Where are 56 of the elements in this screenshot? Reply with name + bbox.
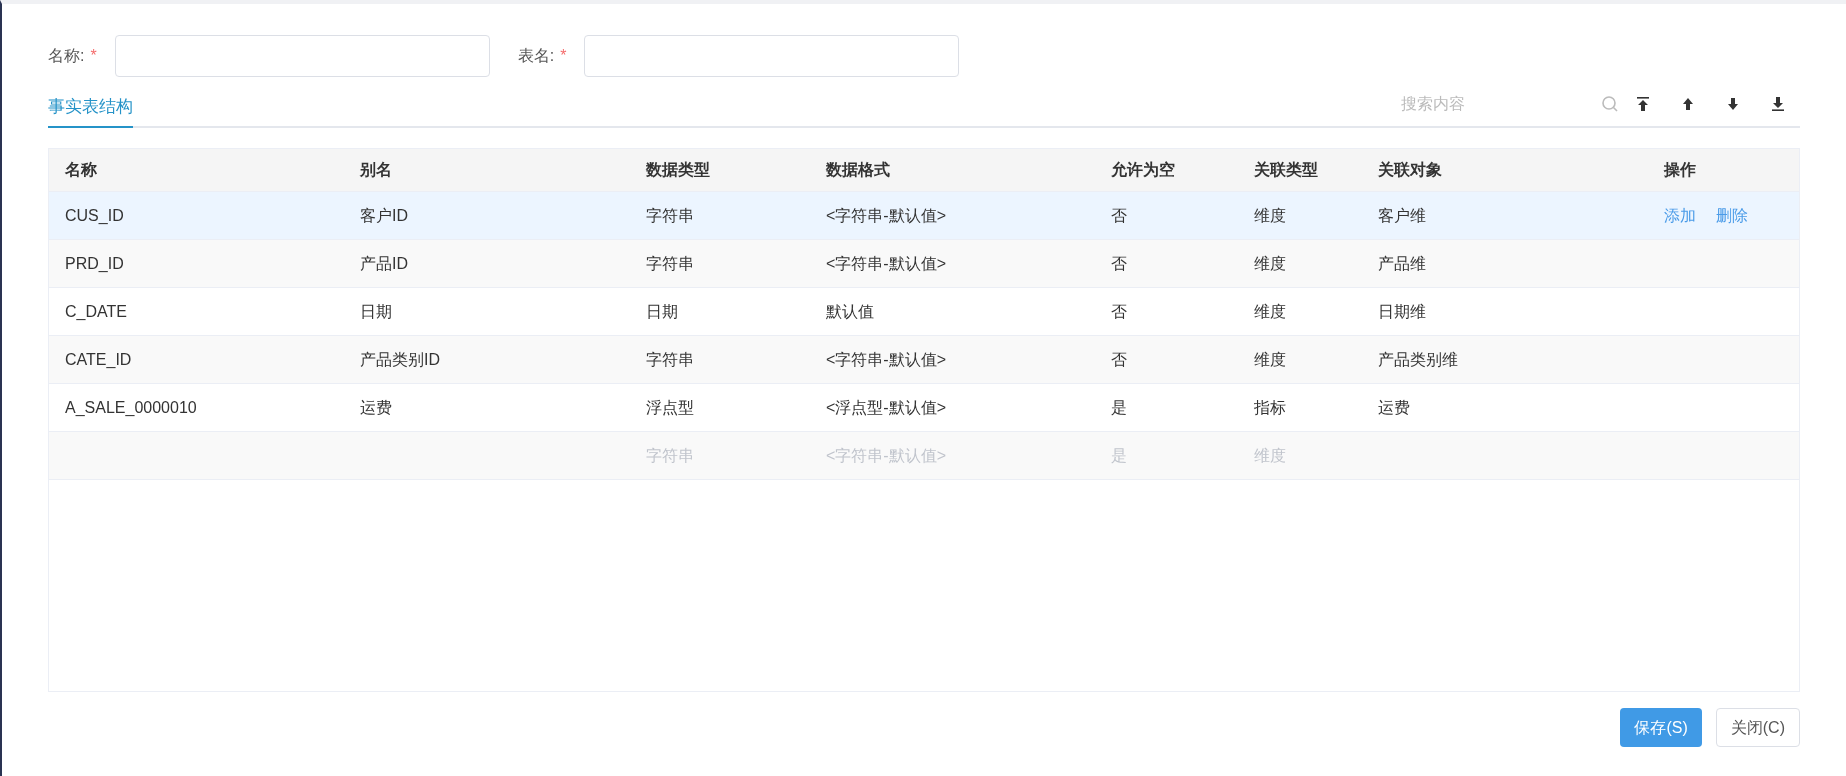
column-header: 关联类型 xyxy=(1253,160,1318,180)
table-cell: 运费 xyxy=(360,398,392,416)
table-cell: C_DATE xyxy=(65,302,127,320)
table-cell: 字符串 xyxy=(646,350,694,368)
table-cell: 指标 xyxy=(1254,398,1286,416)
table-row[interactable]: PRD_ID 产品ID 字符串 <字符串-默认值> 否 维度 产品维 xyxy=(49,240,1799,288)
text-input[interactable] xyxy=(114,35,490,77)
table-cell: 否 xyxy=(1111,350,1127,368)
table-cell: 维度 xyxy=(1254,350,1286,368)
table-cell: 是 xyxy=(1111,446,1127,464)
table-cell: 否 xyxy=(1111,254,1127,272)
table-cell: <字符串-默认值> xyxy=(826,206,946,224)
table-cell: 默认值 xyxy=(826,302,874,320)
table-cell: 日期维 xyxy=(1378,302,1426,320)
column-header: 关联对象 xyxy=(1377,160,1442,180)
table-cell: 否 xyxy=(1111,206,1127,224)
search-field[interactable]: 搜索内容 xyxy=(1401,92,1601,116)
column-header: 数据类型 xyxy=(645,160,710,180)
table-cell: 维度 xyxy=(1254,254,1286,272)
table-cell: CUS_ID xyxy=(65,206,124,224)
table-cell: 产品ID xyxy=(360,254,408,272)
column-header: 操作 xyxy=(1662,160,1696,180)
table-cell: 日期 xyxy=(360,302,392,320)
field-label: 名称: xyxy=(48,46,85,66)
table-cell: 是 xyxy=(1111,398,1127,416)
table-cell: A_SALE_0000010 xyxy=(65,398,197,416)
table-cell: 字符串 xyxy=(646,254,694,272)
table-cell: 产品类别ID xyxy=(360,350,440,368)
table-cell: 否 xyxy=(1111,302,1127,320)
column-header: 别名 xyxy=(359,160,392,180)
table-cell: 维度 xyxy=(1254,206,1286,224)
table-cell: <字符串-默认值> xyxy=(826,350,946,368)
table-cell: 日期 xyxy=(646,302,678,320)
table-cell: <浮点型-默认值> xyxy=(826,398,946,416)
column-header: 名称 xyxy=(64,160,97,180)
table-cell: PRD_ID xyxy=(65,254,124,272)
required-mark: * xyxy=(90,46,97,66)
column-header: 数据格式 xyxy=(825,160,890,180)
table-row[interactable]: CATE_ID 产品类别ID 字符串 <字符串-默认值> 否 维度 产品类别维 xyxy=(49,336,1799,384)
text-input[interactable] xyxy=(584,35,960,77)
table-cell: 浮点型 xyxy=(646,398,694,416)
table-cell: 运费 xyxy=(1378,398,1410,416)
tab[interactable]: 事实表结构 xyxy=(48,88,133,128)
table-cell: 维度 xyxy=(1254,446,1286,464)
table-cell: 客户ID xyxy=(360,206,408,224)
table-cell: 产品维 xyxy=(1378,254,1426,272)
table-cell: 产品类别维 xyxy=(1378,350,1458,368)
table-cell: 字符串 xyxy=(646,206,694,224)
table-cell: 维度 xyxy=(1254,302,1286,320)
table-cell: CATE_ID xyxy=(65,350,132,368)
table-cell: 客户维 xyxy=(1378,206,1426,224)
required-mark: * xyxy=(560,46,567,66)
field-label: 表名: xyxy=(517,46,555,66)
column-header: 允许为空 xyxy=(1110,160,1175,180)
close-button[interactable]: 关闭(C) xyxy=(1715,708,1800,747)
table-cell: <字符串-默认值> xyxy=(826,254,946,272)
